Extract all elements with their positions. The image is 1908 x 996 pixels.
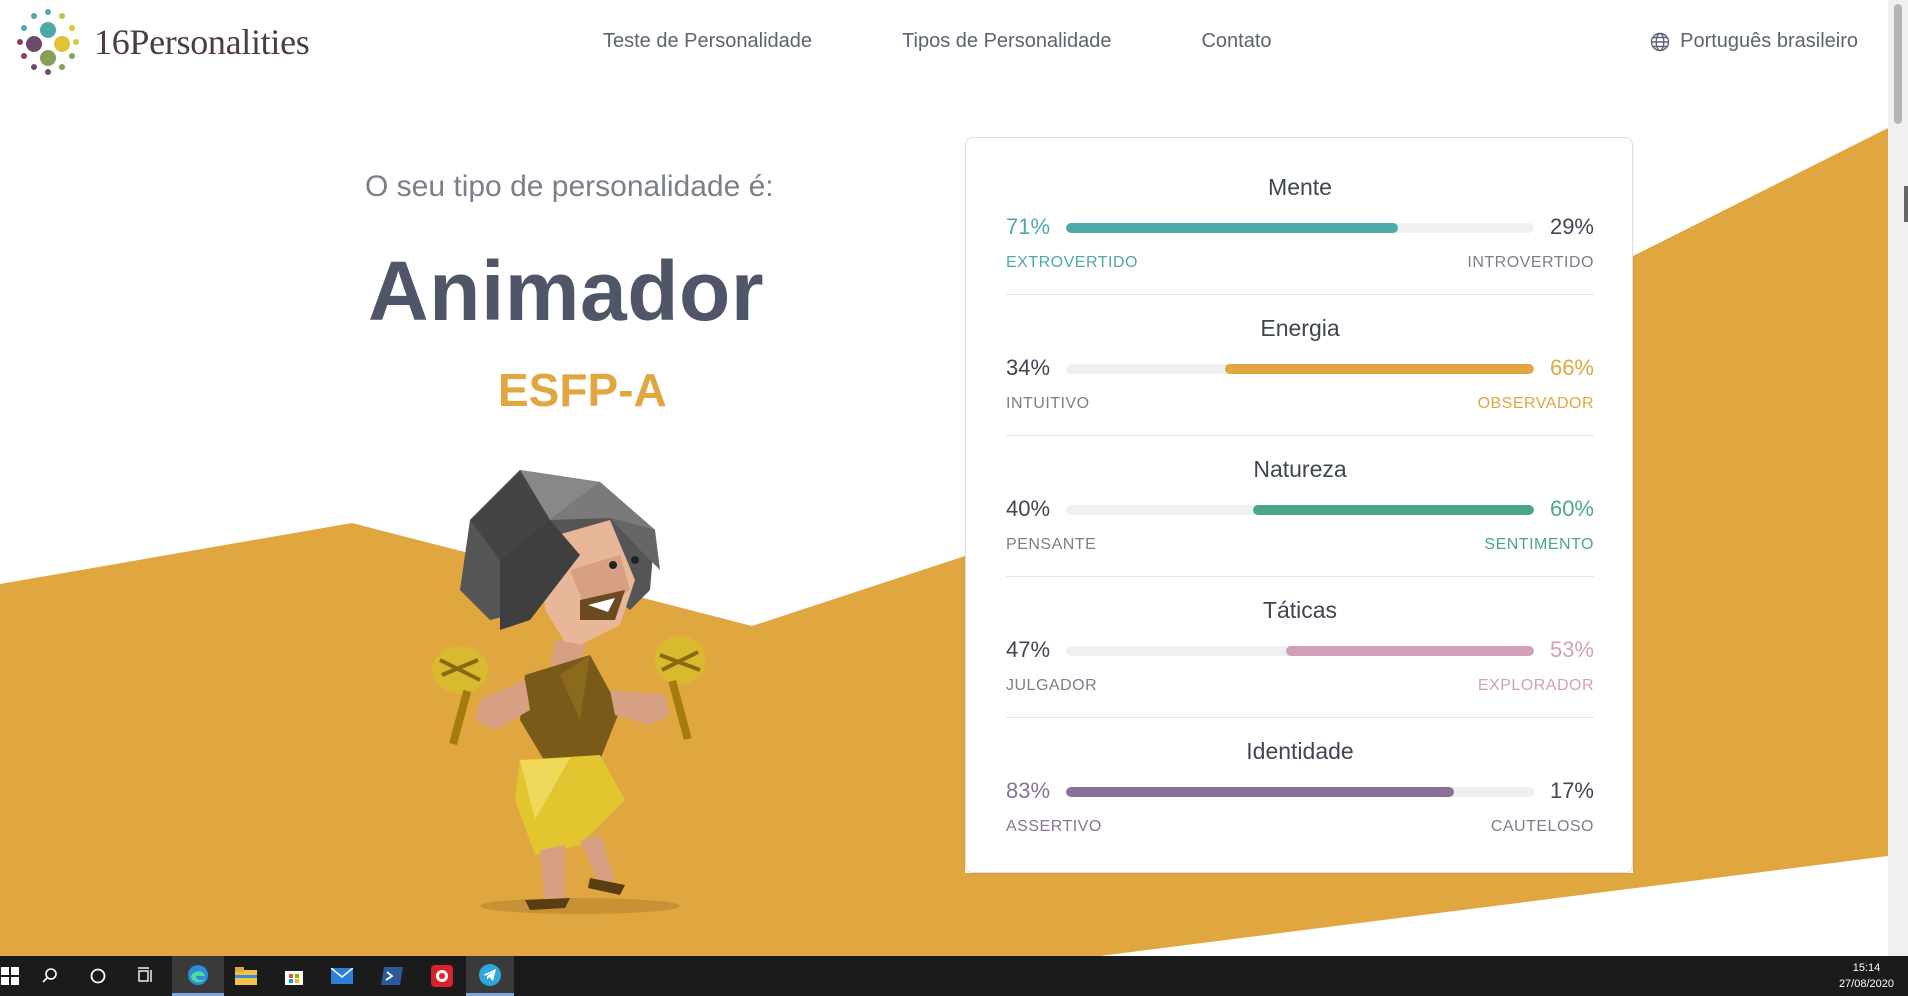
trait-bar-fill (1285, 646, 1534, 656)
globe-icon (1650, 32, 1670, 51)
trait-energy: Energia 34% 66% INTUITIVO OBSERVADOR (1006, 279, 1594, 420)
main-nav: Teste de Personalidade Tipos de Personal… (603, 30, 1362, 53)
site-header: 16Personalities Teste de Personalidade T… (0, 0, 1888, 84)
trait-title: Táticas (1262, 597, 1338, 623)
trait-mind: Mente 71% 29% EXTROVERTIDO INTROVERTIDO (1006, 138, 1594, 279)
clock-date: 27/08/2020 (1838, 978, 1894, 990)
trait-left-label: INTUITIVO (1006, 395, 1090, 412)
mail-icon[interactable] (318, 956, 366, 996)
trait-bar (1066, 364, 1534, 374)
result-intro: O seu tipo de personalidade é: (365, 170, 774, 203)
personality-type-name: Animador (368, 244, 765, 338)
logo-mark-icon (17, 9, 79, 75)
trait-tactics: Táticas 47% 53% JULGADOR EXPLORADOR (1006, 561, 1594, 702)
telegram-icon[interactable] (466, 956, 514, 996)
screen-recorder-icon[interactable] (418, 956, 466, 996)
nav-contact[interactable]: Contato (1201, 30, 1271, 53)
trait-right-percent: 66% (1549, 355, 1594, 380)
trait-left-percent: 40% (1006, 496, 1051, 521)
trait-nature: Natureza 40% 60% PENSANTE SENTIMENTO (1006, 420, 1594, 561)
language-label: Português brasileiro (1680, 30, 1858, 52)
scrollbar-thumb[interactable] (1894, 4, 1902, 124)
search-icon[interactable] (26, 956, 74, 996)
file-explorer-icon[interactable] (222, 956, 270, 996)
trait-left-label: JULGADOR (1006, 677, 1098, 694)
trait-left-label: ASSERTIVO (1006, 818, 1102, 835)
trait-left-label: EXTROVERTIDO (1006, 254, 1138, 271)
logo[interactable]: 16Personalities (10, 6, 310, 78)
trait-right-label: CAUTELOSO (1490, 818, 1594, 835)
trait-right-label: OBSERVADOR (1477, 395, 1594, 412)
edge-icon[interactable] (172, 956, 224, 996)
trait-bar (1066, 223, 1534, 233)
trait-bar (1066, 787, 1534, 797)
trait-identity: Identidade 83% 17% ASSERTIVO CAUTELOSO (1006, 702, 1594, 843)
trait-left-label: PENSANTE (1006, 536, 1097, 553)
trait-left-percent: 71% (1006, 214, 1051, 239)
cortana-icon[interactable] (74, 956, 122, 996)
trait-bar-fill (1066, 223, 1399, 233)
page-scrollbar[interactable] (1888, 0, 1908, 956)
trait-right-label: EXPLORADOR (1477, 677, 1594, 694)
trait-left-percent: 34% (1006, 355, 1051, 380)
trait-title: Natureza (1253, 456, 1347, 482)
entertainer-illustration (432, 470, 706, 914)
trait-right-label: SENTIMENTO (1484, 536, 1594, 553)
trait-right-percent: 60% (1549, 496, 1594, 521)
task-view-icon[interactable] (122, 956, 170, 996)
language-selector[interactable]: Português brasileiro (1650, 30, 1858, 53)
trait-bar-fill (1253, 505, 1534, 515)
brand-name: 16Personalities (94, 22, 310, 62)
trait-right-percent: 53% (1549, 637, 1594, 662)
trait-right-percent: 17% (1549, 778, 1594, 803)
trait-title: Energia (1260, 315, 1340, 341)
scrollbar-marker (1904, 186, 1908, 222)
trait-left-percent: 47% (1006, 637, 1051, 662)
trait-right-percent: 29% (1549, 214, 1594, 239)
nav-personality-types[interactable]: Tipos de Personalidade (902, 30, 1111, 53)
clock-time: 15:14 (1852, 962, 1881, 974)
trait-title: Identidade (1246, 738, 1354, 764)
trait-left-percent: 83% (1006, 778, 1051, 803)
trait-bar (1066, 646, 1534, 656)
trait-bar-fill (1066, 787, 1455, 797)
traits-card: Mente 71% 29% EXTROVERTIDO INTROVERTIDO … (965, 137, 1633, 873)
trait-bar-fill (1225, 364, 1534, 374)
trait-bar (1066, 505, 1534, 515)
powershell-icon[interactable] (368, 956, 416, 996)
windows-taskbar: 15:14 27/08/2020 (0, 956, 1908, 996)
nav-personality-test[interactable]: Teste de Personalidade (603, 30, 812, 53)
taskbar-clock[interactable]: 15:14 27/08/2020 (1839, 960, 1894, 992)
personality-type-code: ESFP-A (498, 364, 667, 416)
trait-right-label: INTROVERTIDO (1467, 254, 1594, 271)
store-icon[interactable] (270, 956, 318, 996)
trait-title: Mente (1268, 174, 1332, 200)
